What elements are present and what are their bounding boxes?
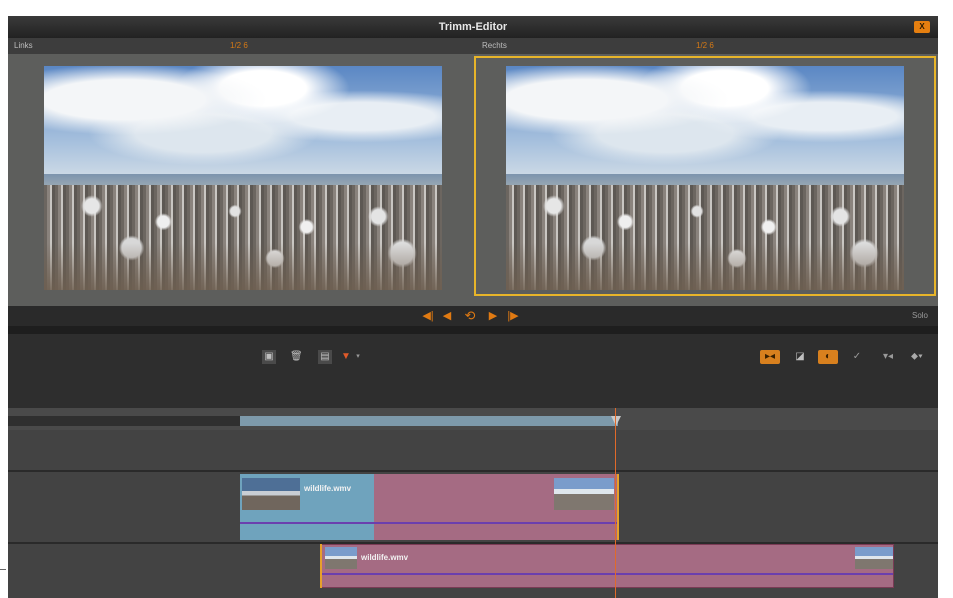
transport-bar: ◀| ◀ ⟲ ▶ |▶ Solo [8, 306, 938, 326]
trim-editor-window: Trimm-Editor X Links 1/2 6 Rechts 1/2 6 … [8, 16, 938, 598]
active-preview-highlight [474, 56, 936, 296]
go-to-end-button[interactable]: |▶ [504, 309, 522, 323]
left-preview-image [44, 66, 442, 290]
panel-separator [8, 326, 938, 334]
right-preview-label: Rechts [482, 41, 507, 50]
side-marker [0, 569, 6, 570]
clip-wildlife-2[interactable]: wildlife.wmv [320, 544, 894, 588]
trash-icon[interactable]: 🗑 [290, 350, 303, 364]
track-2: wildlife.wmv [8, 544, 938, 598]
timeline-ruler[interactable] [8, 408, 938, 430]
audio-icon[interactable]: ▾◂ [880, 350, 896, 364]
track-empty [8, 430, 938, 470]
solo-toggle[interactable]: Solo [912, 306, 928, 326]
dropdown-icon[interactable]: ⬥▾ [910, 350, 924, 364]
audio-waveform [240, 522, 618, 524]
right-preview-position: 1/2 6 [696, 41, 714, 50]
dropdown-icon[interactable]: ▾ [354, 350, 362, 364]
preview-label-bar: Links 1/2 6 Rechts 1/2 6 [8, 38, 938, 54]
clip-thumbnail-start [242, 478, 300, 510]
slip-icon[interactable]: ✓ [850, 350, 864, 364]
playhead-handle[interactable] [611, 416, 621, 426]
clip-name: wildlife.wmv [304, 484, 352, 493]
audio-waveform [321, 573, 893, 575]
ruler-unselected [8, 416, 240, 426]
step-forward-button[interactable]: ▶ [486, 309, 500, 323]
step-back-button[interactable]: ◀ [440, 309, 454, 323]
clip-icon[interactable]: ▤ [318, 350, 332, 364]
trim-mode-icon[interactable]: ▸◂ [760, 350, 780, 364]
close-button[interactable]: X [914, 21, 930, 33]
playhead-line [615, 408, 616, 598]
clip-thumbnail-end [855, 547, 893, 569]
track-1: wildlife.wmv [8, 472, 938, 542]
clip-trim-handle[interactable] [320, 544, 322, 588]
go-to-start-button[interactable]: ◀| [420, 309, 436, 323]
left-preview-position: 1/2 6 [230, 41, 248, 50]
film-icon[interactable]: ▣ [262, 350, 276, 364]
left-preview-label: Links [14, 41, 33, 50]
ruler-selection-range[interactable] [240, 416, 618, 426]
timeline-toolbar: ▣ 🗑 ▤ ▼ ▾ ▸◂ ◪ ◐ ✓ ▾◂ ⬥▾ [8, 334, 938, 408]
clip-thumbnail-end [554, 478, 614, 510]
window-title: Trimm-Editor [438, 21, 508, 33]
clip-trim-handle[interactable] [617, 474, 619, 540]
clip-name: wildlife.wmv [361, 553, 409, 562]
title-bar: Trimm-Editor X [8, 16, 938, 38]
ripple-icon[interactable]: ◪ [792, 350, 808, 364]
clip-thumbnail-start [325, 547, 357, 569]
rolling-icon[interactable]: ◐ [818, 350, 838, 364]
clip-wildlife-1[interactable]: wildlife.wmv [240, 474, 618, 540]
marker-icon[interactable]: ▼ [341, 350, 351, 364]
loop-play-button[interactable]: ⟲ [460, 309, 480, 323]
